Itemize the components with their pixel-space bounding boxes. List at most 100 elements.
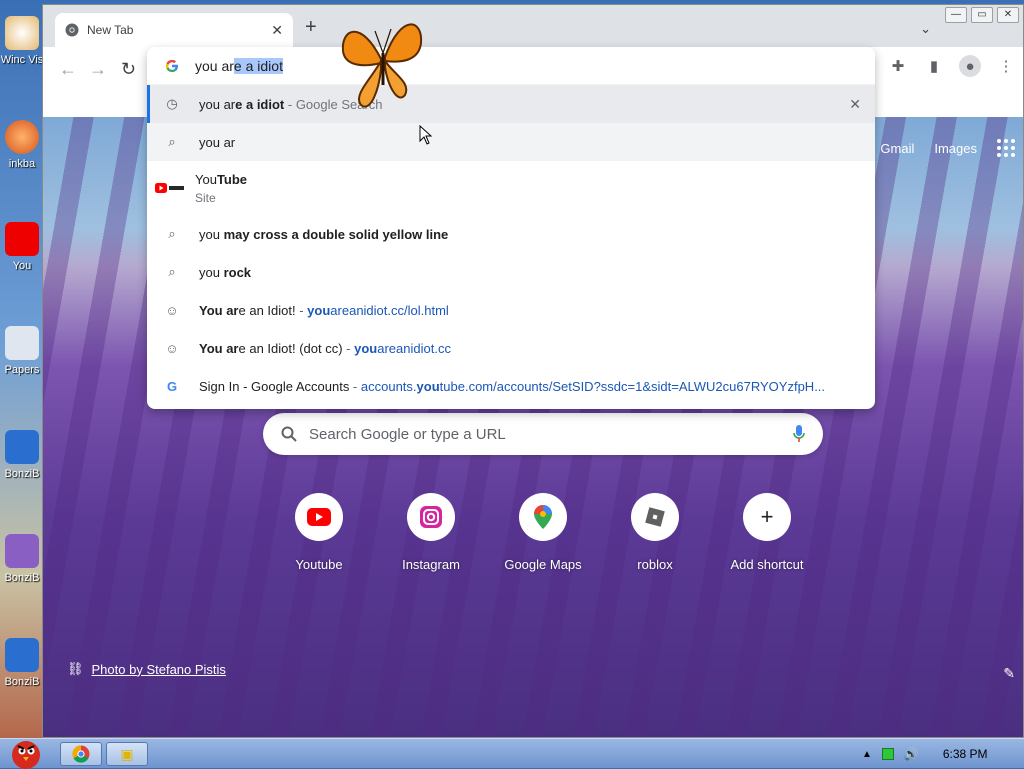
omnibox-suggestion[interactable]: ◷ you are a idiot - Google Search ✕	[147, 85, 875, 123]
search-input[interactable]	[309, 425, 793, 443]
tab-search-chevron-icon[interactable]: ⌄	[920, 21, 931, 37]
gmail-link[interactable]: Gmail	[880, 141, 914, 156]
roblox-icon	[645, 507, 665, 527]
microphone-icon[interactable]	[793, 425, 805, 443]
search-icon	[281, 426, 297, 442]
shortcut-label: roblox	[637, 557, 673, 572]
omnibox-suggestion[interactable]: ☺ You are an Idiot! - youareanidiot.cc/lo…	[147, 291, 875, 329]
plus-icon: +	[760, 504, 774, 529]
desktop-icon-2[interactable]: inkba	[0, 120, 44, 170]
windows-vista-icon	[5, 16, 39, 50]
maximize-button[interactable]: ▭	[971, 7, 993, 23]
tab-new-tab[interactable]: New Tab ✕	[55, 13, 293, 47]
volume-icon[interactable]: 🔊	[904, 747, 919, 761]
folder-icon: ▣	[120, 745, 134, 762]
shortcut-youtube[interactable]: Youtube	[263, 493, 375, 572]
suggestion-text: You are an Idiot! - youareanidiot.cc/lol…	[199, 302, 449, 318]
close-window-button[interactable]: ✕	[997, 7, 1019, 23]
forward-arrow-icon[interactable]: →	[89, 59, 107, 80]
new-tab-button[interactable]: +	[305, 17, 317, 37]
desktop-icon-4[interactable]: Papers	[0, 326, 44, 376]
photo-credit-link[interactable]: Photo by Stefano Pistis	[92, 662, 226, 677]
toolbar-actions: ⛉ ✚ ▮ ● ⋮	[851, 55, 1023, 77]
google-icon	[165, 59, 178, 72]
bonzibuddy-icon	[5, 638, 39, 672]
reload-icon[interactable]: ↻	[121, 59, 136, 80]
omnibox-suggestion[interactable]: YouTube Site	[147, 161, 875, 215]
side-panel-icon[interactable]: ▮	[923, 55, 945, 77]
desktop-icon-7[interactable]: BonziB	[0, 638, 44, 688]
tab-strip: New Tab ✕ + ⌄ — ▭ ✕	[43, 5, 1023, 47]
link-icon: ⛓	[67, 661, 84, 676]
omnibox-suggestion[interactable]: G Sign In - Google Accounts - accounts.yo…	[147, 367, 875, 405]
profile-avatar-icon[interactable]: ●	[959, 55, 981, 77]
shortcuts-row: Youtube Instagram Google Maps roblox + A…	[263, 493, 823, 572]
shortcut-tile	[407, 493, 455, 541]
tab-close-icon[interactable]: ✕	[271, 22, 283, 39]
taskbar-chrome-button[interactable]	[60, 742, 102, 766]
back-arrow-icon[interactable]: ←	[59, 59, 77, 80]
images-link[interactable]: Images	[934, 141, 977, 156]
desktop-icon-5[interactable]: BonziB	[0, 430, 44, 480]
add-shortcut[interactable]: + Add shortcut	[711, 493, 823, 572]
omnibox-suggestion[interactable]: ⌕ you ar	[147, 123, 875, 161]
suggestion-text: You are an Idiot! (dot cc) - youareanidi…	[199, 340, 451, 356]
tray-expand-icon[interactable]: ▲	[862, 749, 872, 760]
smiley-icon: ☺	[165, 302, 179, 318]
maps-pin-icon	[534, 505, 552, 529]
customize-pencil-icon[interactable]: ✎	[1003, 665, 1015, 682]
shortcut-label: Instagram	[402, 557, 460, 572]
omnibox-text[interactable]: you are a idiot	[195, 57, 283, 74]
desktop-icon-label: BonziB	[4, 468, 40, 480]
photo-credit: ⛓ Photo by Stefano Pistis	[67, 661, 226, 677]
remove-suggestion-close-icon[interactable]: ✕	[849, 96, 861, 113]
omnibox-autocomplete-selection: e a idiot	[233, 57, 283, 74]
ntp-header-links: Gmail Images	[880, 139, 1015, 157]
suggestion-url: youareanidiot.cc	[354, 340, 451, 356]
shortcut-tile	[519, 493, 567, 541]
system-tray: ▲ 🔊 6:38 PM	[854, 739, 1024, 769]
desktop-icon-label: Papers	[4, 364, 40, 376]
desktop-icon-label: inkba	[8, 158, 36, 170]
omnibox-suggestion[interactable]: ⌕ you rock	[147, 253, 875, 291]
desktop-icon-6[interactable]: BonziB	[0, 534, 44, 584]
history-icon: ◷	[166, 96, 178, 111]
shortcut-google-maps[interactable]: Google Maps	[487, 493, 599, 572]
search-icon: ⌕	[168, 134, 176, 149]
minimize-button[interactable]: —	[945, 7, 967, 23]
papers-icon	[5, 326, 39, 360]
battery-icon[interactable]	[881, 748, 894, 760]
suggestion-text: you may cross a double solid yellow line	[199, 226, 449, 242]
taskbar-clock[interactable]: 6:38 PM	[943, 747, 988, 761]
angry-bird-start-icon[interactable]	[4, 731, 48, 769]
suggestion-text: you ar	[199, 134, 236, 150]
extensions-puzzle-icon[interactable]: ✚	[887, 55, 909, 77]
taskbar-app-button[interactable]: ▣	[106, 742, 148, 766]
shortcut-instagram[interactable]: Instagram	[375, 493, 487, 572]
google-apps-grid-icon[interactable]	[997, 139, 1015, 157]
window-controls: — ▭ ✕	[945, 7, 1019, 23]
omnibox-suggestion[interactable]: ⌕ you may cross a double solid yellow lin…	[147, 215, 875, 253]
shortcut-tile: +	[743, 493, 791, 541]
smiley-icon: ☺	[165, 340, 179, 356]
youtube-icon	[307, 508, 331, 526]
shortcut-roblox[interactable]: roblox	[599, 493, 711, 572]
search-icon: ⌕	[168, 264, 176, 279]
desktop-icon-label: Winc Vis	[0, 54, 44, 66]
desktop-icon-3[interactable]: You	[0, 222, 44, 272]
ntp-search-box[interactable]	[263, 413, 823, 455]
address-bar[interactable]: you are a idiot	[147, 47, 875, 85]
shortcut-tile	[631, 493, 679, 541]
suggestion-subtext: Site	[195, 190, 216, 205]
shortcut-label: Youtube	[295, 557, 343, 572]
bonzibuddy-icon	[5, 430, 39, 464]
search-icon: ⌕	[168, 226, 176, 241]
bonzibuddy-icon	[5, 534, 39, 568]
shortcut-label: Google Maps	[504, 557, 582, 572]
shortcut-tile	[295, 493, 343, 541]
desktop-icon-label: BonziB	[4, 572, 40, 584]
omnibox-suggestion[interactable]: ☺ You are an Idiot! (dot cc) - youareanid…	[147, 329, 875, 367]
desktop-icon-1[interactable]: Winc Vis	[0, 16, 44, 66]
desktop-icon-label: You	[12, 260, 32, 272]
kebab-menu-icon[interactable]: ⋮	[995, 55, 1017, 77]
